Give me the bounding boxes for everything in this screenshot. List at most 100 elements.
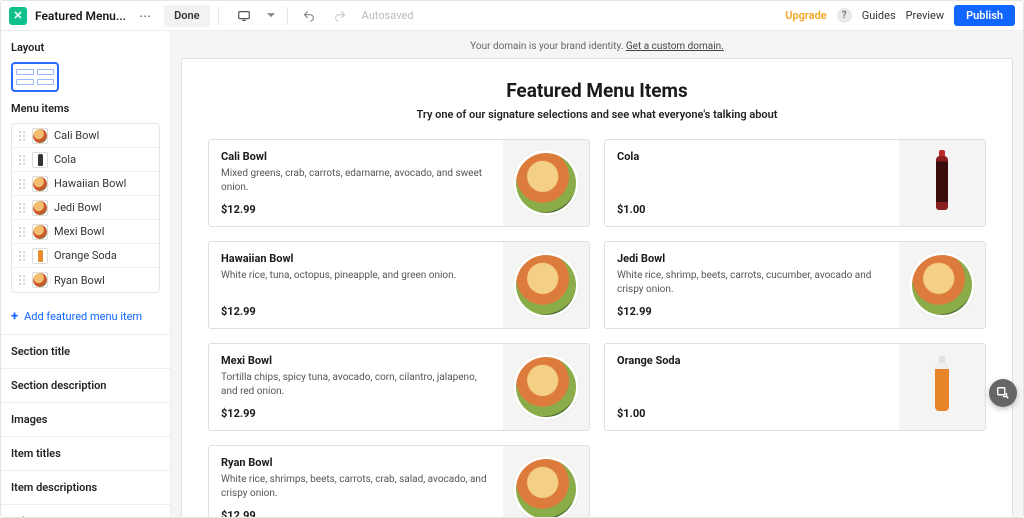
upgrade-link[interactable]: Upgrade [785, 9, 826, 22]
drag-handle-icon[interactable] [18, 203, 26, 213]
section-title[interactable]: Featured Menu Items [208, 79, 986, 102]
card-description: White rice, shrimps, beets, carrots, cra… [221, 473, 491, 509]
menu-card[interactable]: Mexi Bowl Tortilla chips, spicy tuna, avo… [208, 343, 590, 431]
drag-handle-icon[interactable] [18, 155, 26, 165]
settings-item[interactable]: Prices [1, 504, 170, 517]
menu-items-heading: Menu items [11, 102, 160, 115]
item-thumbnail [32, 200, 48, 216]
orange-soda-bottle-icon [935, 363, 949, 411]
domain-banner-link[interactable]: Get a custom domain. [626, 41, 724, 52]
menu-card[interactable]: Cali Bowl Mixed greens, crab, carrots, ed… [208, 139, 590, 227]
floating-resize-button[interactable] [989, 379, 1017, 407]
sidebar-menu-item[interactable]: Orange Soda [12, 244, 159, 268]
settings-item[interactable]: Item titles [1, 436, 170, 470]
preview-button[interactable]: Preview [906, 9, 944, 22]
page-canvas[interactable]: Featured Menu Items Try one of our signa… [181, 58, 1013, 517]
device-viewport-icon[interactable] [233, 5, 255, 27]
card-title: Cali Bowl [221, 150, 491, 163]
card-image [899, 242, 985, 328]
more-icon[interactable]: ⋯ [134, 5, 156, 27]
topbar: ✕ Featured Menu... ⋯ Done Autosaved Upgr… [1, 1, 1023, 31]
autosaved-label: Autosaved [362, 9, 414, 22]
card-image [899, 344, 985, 430]
app-logo[interactable]: ✕ [9, 7, 27, 25]
card-title: Cola [617, 150, 887, 163]
undo-icon[interactable] [298, 5, 320, 27]
drag-handle-icon[interactable] [18, 131, 26, 141]
canvas-area[interactable]: Your domain is your brand identity. Get … [171, 31, 1023, 517]
menu-card[interactable]: Jedi BowlWhite rice, shrimp, beets, carr… [604, 241, 986, 329]
item-label: Orange Soda [54, 249, 117, 262]
sidebar-menu-item[interactable]: Ryan Bowl [12, 268, 159, 292]
item-thumbnail [32, 152, 48, 168]
item-thumbnail [32, 224, 48, 240]
card-image [503, 140, 589, 226]
page-title: Featured Menu... [35, 9, 126, 23]
item-label: Mexi Bowl [54, 225, 104, 238]
add-featured-menu-item[interactable]: + Add featured menu item [1, 299, 170, 334]
menu-card[interactable]: Hawaiian Bowl White rice, tuna, octopus, … [208, 241, 590, 329]
guides-link[interactable]: Guides [862, 9, 896, 22]
card-title: Hawaiian Bowl [221, 252, 491, 265]
device-dropdown-icon[interactable] [265, 5, 277, 27]
card-description: White rice, tuna, octopus, pineapple, an… [221, 269, 491, 305]
card-title: Orange Soda [617, 354, 887, 367]
sidebar: Layout Menu items Cali BowlColaHawaiian … [1, 31, 171, 517]
redo-icon[interactable] [330, 5, 352, 27]
sidebar-menu-item[interactable]: Cali Bowl [12, 124, 159, 148]
drag-handle-icon[interactable] [18, 179, 26, 189]
card-price: $1.00 [617, 407, 887, 420]
card-price: $12.99 [221, 203, 491, 216]
card-description: White rice, shrimp, beets, carrots, cucu… [617, 269, 887, 305]
menu-cards-grid: Cali Bowl Mixed greens, crab, carrots, ed… [208, 139, 986, 517]
domain-banner-text: Your domain is your brand identity. [470, 41, 626, 52]
add-item-label: Add featured menu item [24, 310, 142, 323]
item-label: Hawaiian Bowl [54, 177, 126, 190]
sidebar-menu-item[interactable]: Cola [12, 148, 159, 172]
drag-handle-icon[interactable] [18, 251, 26, 261]
card-title: Ryan Bowl [221, 456, 491, 469]
publish-button[interactable]: Publish [954, 5, 1015, 26]
settings-item[interactable]: Section title [1, 334, 170, 368]
bowl-image [513, 150, 579, 216]
drag-handle-icon[interactable] [18, 227, 26, 237]
bowl-image [909, 252, 975, 318]
settings-item[interactable]: Images [1, 402, 170, 436]
card-image [503, 344, 589, 430]
help-icon[interactable]: ? [837, 8, 852, 23]
item-label: Jedi Bowl [54, 201, 102, 214]
toolbar-center: Autosaved [233, 5, 414, 27]
menu-card[interactable]: Ryan Bowl White rice, shrimps, beets, car… [208, 445, 590, 517]
item-label: Cola [54, 153, 76, 166]
divider [287, 7, 288, 25]
bowl-image [513, 354, 579, 420]
menu-card[interactable]: Orange Soda $1.00 [604, 343, 986, 431]
done-button[interactable]: Done [164, 5, 209, 27]
sidebar-menu-item[interactable]: Mexi Bowl [12, 220, 159, 244]
settings-list: Section titleSection descriptionImagesIt… [1, 334, 170, 517]
sidebar-menu-item[interactable]: Hawaiian Bowl [12, 172, 159, 196]
item-thumbnail [32, 272, 48, 288]
plus-icon: + [11, 309, 18, 324]
divider [218, 7, 219, 25]
card-description [617, 167, 887, 203]
card-price: $12.99 [221, 407, 491, 420]
drag-handle-icon[interactable] [18, 275, 26, 285]
menu-card[interactable]: Cola $1.00 [604, 139, 986, 227]
card-description: Tortilla chips, spicy tuna, avocado, cor… [221, 371, 491, 407]
cola-bottle-icon [936, 156, 948, 210]
settings-item[interactable]: Item descriptions [1, 470, 170, 504]
settings-item[interactable]: Section description [1, 368, 170, 402]
sidebar-menu-item[interactable]: Jedi Bowl [12, 196, 159, 220]
card-price: $12.99 [617, 305, 887, 318]
layout-option-grid[interactable] [11, 62, 59, 92]
item-label: Ryan Bowl [54, 274, 105, 287]
card-description: Mixed greens, crab, carrots, edamame, av… [221, 167, 491, 203]
card-title: Mexi Bowl [221, 354, 491, 367]
section-description[interactable]: Try one of our signature selections and … [208, 108, 986, 121]
item-thumbnail [32, 248, 48, 264]
card-image [503, 242, 589, 328]
bowl-image [513, 252, 579, 318]
item-thumbnail [32, 176, 48, 192]
card-price: $1.00 [617, 203, 887, 216]
